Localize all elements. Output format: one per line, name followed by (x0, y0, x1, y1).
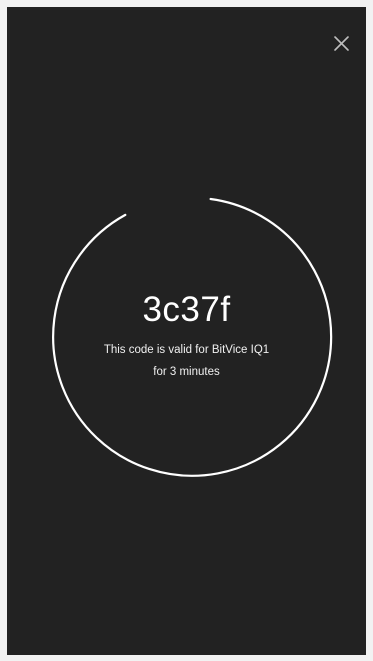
validity-message-line2: for 3 minutes (153, 366, 220, 378)
close-button[interactable] (327, 29, 355, 57)
countdown-ring (52, 197, 333, 477)
validity-message-line1: This code is valid for BitVice IQ1 (103, 344, 270, 356)
verification-code: 3c37f (142, 290, 231, 329)
close-icon (334, 36, 349, 51)
code-screen: 3c37f This code is valid for BitVice IQ1… (7, 7, 366, 655)
